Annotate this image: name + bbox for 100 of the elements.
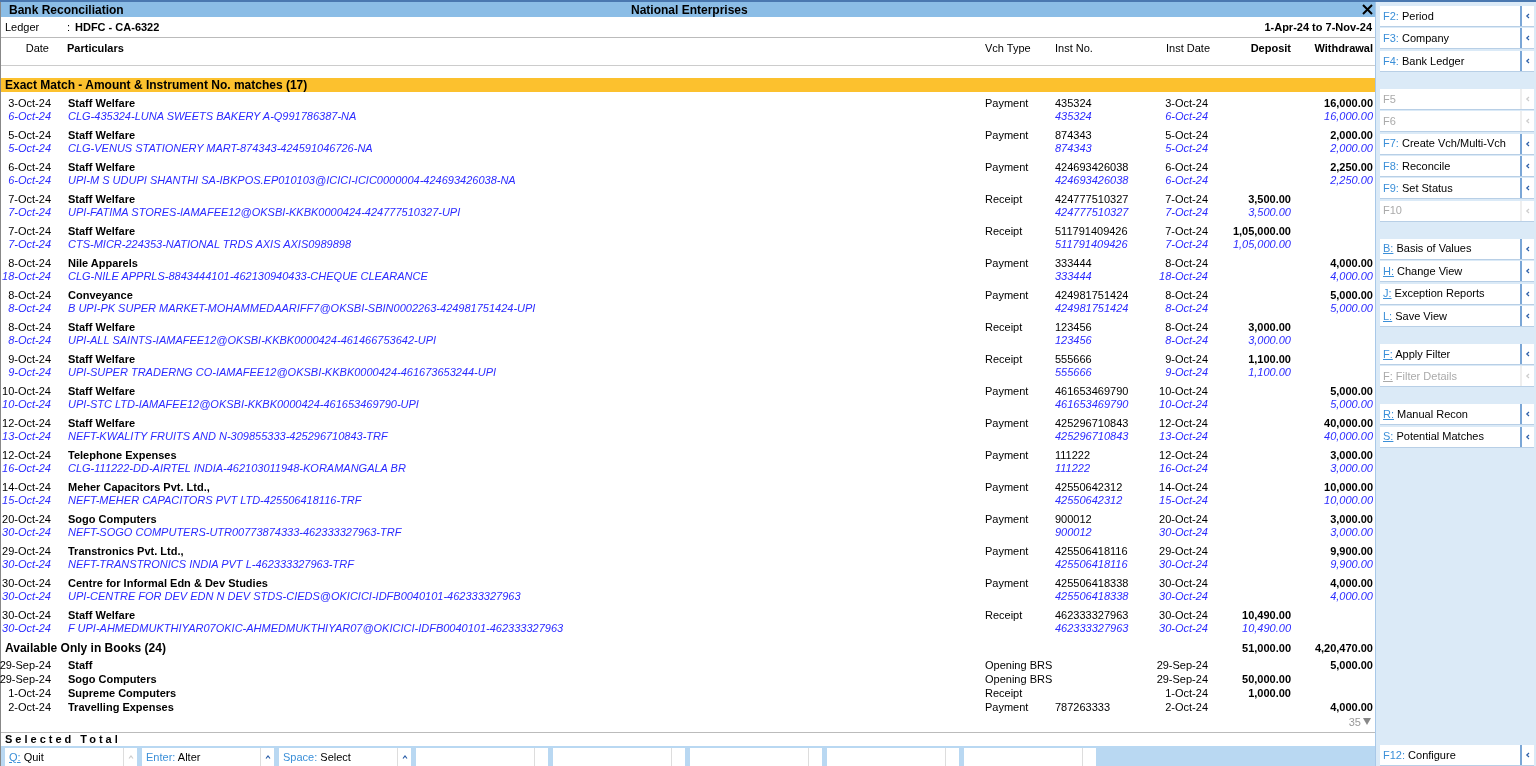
withdrawal-amount: 16,000.00 [1324,97,1373,110]
withdrawal-amount: 9,900.00 [1330,558,1373,571]
withdrawal-amount: 4,000.00 [1330,701,1373,714]
withdrawal-amount: 4,000.00 [1330,590,1373,603]
column-header[interactable]: Inst No. [1055,40,1093,57]
instrument-date: 7-Oct-24 [1165,206,1208,219]
voucher-type: Opening BRS [985,673,1053,686]
deposit-amount: 3,500.00 [1248,206,1291,219]
bank-narration: F UPI-AHMEDMUKTHIYAR07OKIC-AHMEDMUKTHIYAR07@OKICICI-IDFB0040101-462333327963 [68,622,564,635]
column-header[interactable]: Date [25,40,49,57]
bank-narration: CLG-111222-DD-AIRTEL INDIA-462103011948-KORAMANGALA BR [68,462,406,475]
instrument-number: 425506418338 [1055,577,1129,590]
date-cell: 1-Oct-24 [8,687,51,700]
column-header[interactable]: Inst Date [1166,40,1211,57]
caret-left-icon [1525,35,1531,42]
bank-narration: CTS-MICR-224353-NATIONAL TRDS AXIS AXIS0989898 [68,238,352,251]
ledger-name: Transtronics Pvt. Ltd., [68,545,184,558]
caret-left-icon [1525,312,1531,319]
instrument-date: 9-Oct-24 [1165,366,1208,379]
ledger-name: Staff Welfare [68,129,136,142]
bank-narration: NEFT-TRANSTRONICS INDIA PVT L-462333327963-TRF [68,558,354,571]
bank-narration: UPI-FATIMA STORES-IAMAFEE12@OKSBI-KKBK0000424-424777510327-UPI [68,206,461,219]
instrument-number: 874343 [1055,142,1092,155]
instrument-number: 424693426038 [1055,161,1129,174]
date-cell: 16-Oct-24 [2,462,51,475]
date-cell: 3-Oct-24 [8,97,51,110]
date-cell: 7-Oct-24 [8,238,51,251]
withdrawal-amount: 10,000.00 [1324,494,1373,507]
bank-narration: CLG-VENUS STATIONERY MART-874343-424591046726-NA [68,142,373,155]
withdrawal-amount: 5,000.00 [1330,398,1373,411]
date-cell: 29-Sep-24 [0,659,51,672]
voucher-type: Payment [985,449,1029,462]
bank-narration: UPI-ALL SAINTS-IAMAFEE12@OKSBI-KKBK0000424-461466753642-UPI [68,334,437,347]
instrument-date: 2-Oct-24 [1165,701,1208,714]
company-name: National Enterprises [631,2,748,17]
voucher-type: Receipt [985,193,1023,206]
instrument-date: 29-Oct-24 [1159,545,1208,558]
ledger-name: Staff Welfare [68,225,136,238]
withdrawal-amount: 5,000.00 [1330,302,1373,315]
column-header[interactable]: Vch Type [985,40,1031,57]
column-header[interactable]: Withdrawal [1314,40,1373,57]
bank-narration: B UPI-PK SUPER MARKET-MOHAMMEDAARIFF7@OKSBI-SBIN0002263-424981751424-UPI [68,302,536,315]
instrument-number: 555666 [1055,353,1092,366]
section-title: Exact Match - Amount & Instrument No. matches (17) [4,77,308,94]
caret-left-icon [1525,13,1531,19]
section-title: Available Only in Books (24) [5,641,166,655]
voucher-type: Receipt [985,353,1023,366]
instrument-number: 424693426038 [1055,174,1129,187]
date-cell: 9-Oct-24 [8,353,51,366]
withdrawal-amount: 2,250.00 [1330,174,1373,187]
date-cell: 8-Oct-24 [8,334,51,347]
withdrawal-amount: 10,000.00 [1324,481,1373,494]
column-header[interactable]: Deposit [1250,40,1291,57]
ledger-name: Staff [68,659,93,672]
instrument-date: 16-Oct-24 [1159,462,1208,475]
instrument-number: 511791409426 [1055,225,1128,238]
instrument-date: 20-Oct-24 [1159,513,1208,526]
instrument-date: 7-Oct-24 [1165,193,1208,206]
caret-left-icon [1525,290,1531,297]
caret-left-icon [1525,752,1531,758]
voucher-type: Payment [985,97,1029,110]
date-cell: 12-Oct-24 [2,449,51,462]
date-cell: 30-Oct-24 [2,590,51,603]
ledger-name: Meher Capacitors Pvt. Ltd., [68,481,210,494]
instrument-date: 30-Oct-24 [1159,577,1208,590]
date-cell: 5-Oct-24 [8,129,51,142]
instrument-date: 15-Oct-24 [1159,494,1208,507]
withdrawal-amount: 9,900.00 [1330,545,1373,558]
bank-narration: UPI-STC LTD-IAMAFEE12@OKSBI-KKBK0000424-461653469790-UPI [68,398,419,411]
date-cell: 8-Oct-24 [8,321,51,334]
instrument-number: 111222 [1055,462,1091,475]
instrument-date: 30-Oct-24 [1159,526,1208,539]
voucher-type: Payment [985,481,1029,494]
date-cell: 12-Oct-24 [2,417,51,430]
instrument-date: 6-Oct-24 [1165,110,1208,123]
scroll-down-icon[interactable] [1363,718,1371,726]
instrument-date: 8-Oct-24 [1165,302,1208,315]
voucher-type: Receipt [985,321,1023,334]
instrument-number: 425506418116 [1055,545,1128,558]
withdrawal-amount: 40,000.00 [1324,417,1373,430]
bank-narration: UPI-SUPER TRADERNG CO-IAMAFEE12@OKSBI-KKBK0000424-461673653244-UPI [68,366,497,379]
instrument-number: 424777510327 [1055,206,1129,219]
column-header[interactable]: Particulars [67,40,124,57]
withdrawal-amount: 4,000.00 [1330,270,1373,283]
period-range: 1-Apr-24 to 7-Nov-24 [1264,19,1372,35]
ledger-name: Staff Welfare [68,609,136,622]
instrument-number: 900012 [1055,526,1092,539]
bank-narration: CLG-NILE APPRLS-8843444101-462130940433-CHEQUE CLEARANCE [68,270,428,283]
voucher-type: Payment [985,513,1029,526]
instrument-number: 874343 [1055,129,1092,142]
instrument-date: 30-Oct-24 [1159,590,1208,603]
withdrawal-amount: 3,000.00 [1330,462,1373,475]
instrument-number: 462333327963 [1055,609,1129,622]
date-cell: 10-Oct-24 [2,385,51,398]
date-cell: 30-Oct-24 [2,609,51,622]
instrument-date: 10-Oct-24 [1159,385,1208,398]
date-cell: 30-Oct-24 [2,577,51,590]
voucher-type: Payment [985,577,1029,590]
ledger-name: Staff Welfare [68,161,136,174]
close-icon[interactable] [1362,4,1373,15]
